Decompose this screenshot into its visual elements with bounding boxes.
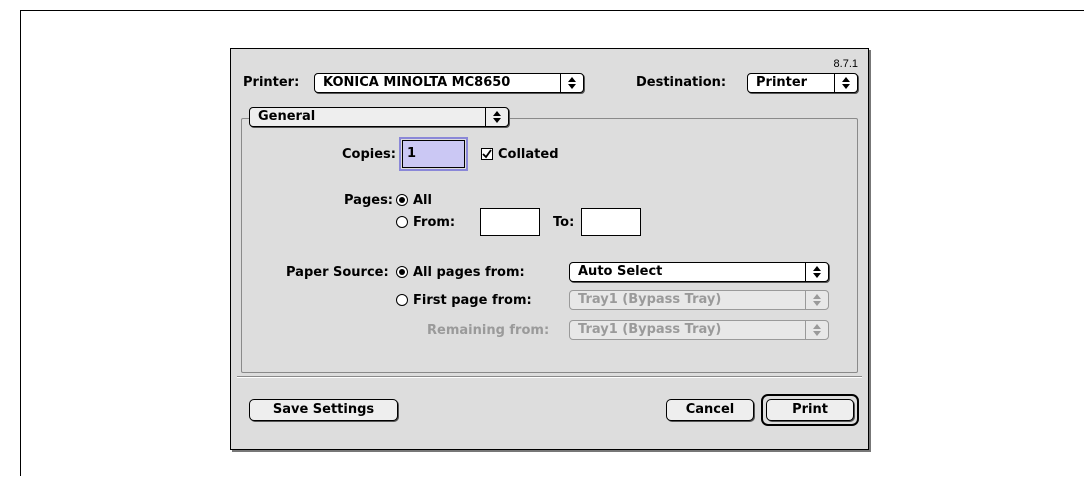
updown-arrow-icon (834, 74, 857, 92)
first-page-source-value: Tray1 (Bypass Tray) (578, 292, 722, 307)
all-pages-from-label: All pages from: (413, 265, 525, 280)
pages-all-radio[interactable] (396, 194, 408, 206)
destination-popup-value: Printer (756, 75, 808, 90)
updown-arrow-icon (560, 74, 583, 92)
printer-label: Printer: (243, 75, 300, 90)
copies-input[interactable]: 1 (399, 137, 468, 171)
first-page-from-radio[interactable] (396, 294, 408, 306)
collated-checkbox[interactable] (481, 148, 493, 160)
version-label: 8.7.1 (833, 58, 858, 70)
first-page-from-label: First page from: (413, 293, 532, 308)
remaining-source-popup[interactable]: Tray1 (Bypass Tray) (569, 320, 829, 340)
all-pages-source-popup[interactable]: Auto Select (569, 262, 829, 282)
first-page-source-popup[interactable]: Tray1 (Bypass Tray) (569, 290, 829, 310)
all-pages-from-radio[interactable] (396, 266, 408, 278)
updown-arrow-icon (805, 263, 828, 281)
panel-popup[interactable]: General (249, 107, 509, 127)
cancel-button[interactable]: Cancel (666, 399, 754, 421)
updown-arrow-icon (485, 108, 508, 126)
remaining-from-label: Remaining from: (427, 323, 550, 338)
paper-source-label: Paper Source: (286, 265, 389, 280)
destination-popup[interactable]: Printer (747, 73, 858, 93)
updown-arrow-icon (805, 321, 828, 339)
print-dialog: 8.7.1 Printer: KONICA MINOLTA MC8650 Des… (230, 48, 869, 450)
pages-all-label: All (413, 193, 432, 208)
pages-to-label: To: (553, 215, 575, 230)
pages-to-input[interactable] (581, 208, 641, 236)
pages-from-input[interactable] (480, 208, 540, 236)
updown-arrow-icon (805, 291, 828, 309)
print-button[interactable]: Print (766, 399, 854, 421)
destination-label: Destination: (636, 75, 727, 90)
pages-from-label: From: (413, 215, 456, 230)
pages-label: Pages: (344, 193, 394, 208)
bottom-divider (237, 376, 862, 378)
copies-label: Copies: (342, 147, 396, 162)
printer-popup-value: KONICA MINOLTA MC8650 (323, 75, 511, 90)
collated-label: Collated (498, 147, 559, 162)
printer-popup[interactable]: KONICA MINOLTA MC8650 (314, 73, 584, 93)
all-pages-source-value: Auto Select (578, 264, 663, 279)
remaining-source-value: Tray1 (Bypass Tray) (578, 322, 722, 337)
checkmark-icon (482, 149, 492, 159)
panel-popup-value: General (258, 109, 316, 124)
pages-from-radio[interactable] (396, 216, 408, 228)
save-settings-button[interactable]: Save Settings (249, 399, 398, 421)
